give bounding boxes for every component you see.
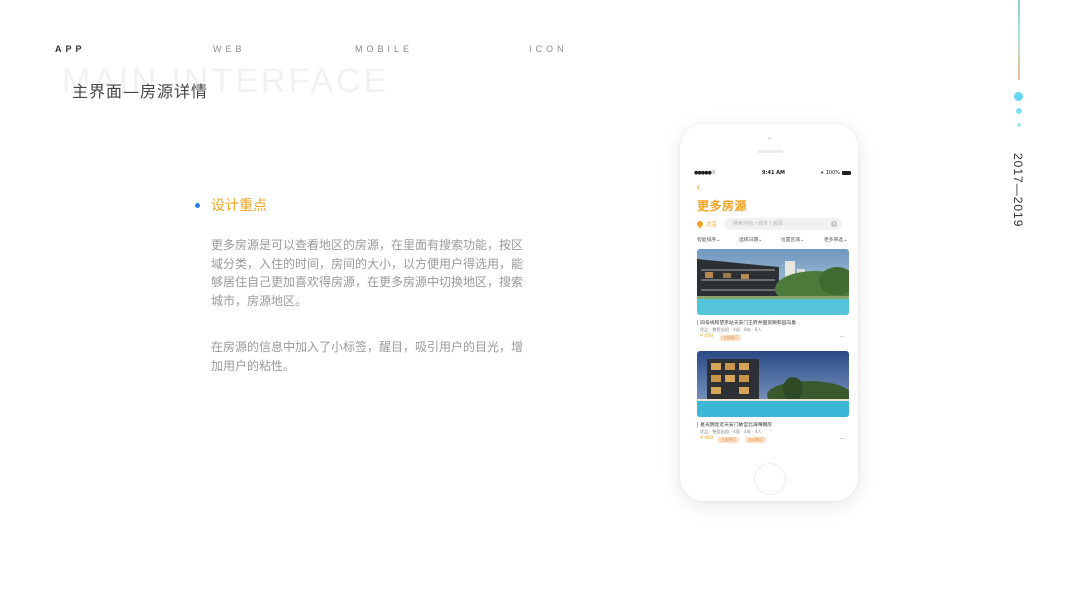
filter-sort[interactable]: 智能排序⌄ [697,236,720,243]
clear-icon[interactable]: ✕ [831,221,837,227]
status-time: 9:41 AM [762,170,786,176]
signal-icon: ●●●●● ⌔ [694,170,716,176]
listing-meta: 优品 · 整套出租 · 4居 · 8床 · 8人 [700,327,762,332]
year-range: 2017—2019 [1011,153,1025,228]
listing-tag: 立即预订 [720,335,742,341]
filter-area[interactable]: 位置区域⌄ [781,236,804,243]
home-button[interactable] [754,463,786,495]
screen-title: 更多房源 [697,199,748,213]
listing-tag: 自动预订 [745,437,767,443]
filter-more[interactable]: 更多筛选⌄ [824,236,847,243]
listing-name[interactable]: | 星光明亮近天安门故宫北海晴朗房 [697,421,772,428]
camera-icon [768,137,771,140]
location-label: 北京 [706,222,718,228]
filter-bar: 智能排序⌄ 选择日期⌄ 位置区域⌄ 更多筛选⌄ [697,236,852,244]
page-title: 主界面—房源详情 [72,82,209,101]
search-placeholder: 搜索地标 / 城市 / 房源 [733,221,783,227]
decorative-gradient-line [1018,0,1020,80]
location-selector[interactable]: 北京 [695,219,718,229]
listing-name[interactable]: | 四号线和望京站天安门王府井国贸颐和园乌巢 [697,319,796,326]
status-bar: ●●●●● ⌔ 9:41 AM ∗ 100% [694,169,851,177]
battery-indicator: ∗ 100% [820,170,851,176]
section-heading: 设计重点 [211,198,267,214]
listing-photo[interactable] [697,351,849,417]
back-arrow-icon[interactable]: ‹ [696,180,701,194]
search-input[interactable]: 搜索地标 / 城市 / 房源 ✕ [724,218,842,230]
nav-icon[interactable]: ICON [529,44,568,54]
bullet-dot-icon [195,203,200,208]
more-options-icon[interactable]: ··· [840,334,845,341]
speaker-grille [757,150,783,153]
nav-app[interactable]: APP [55,44,86,54]
top-nav: APP WEB MOBILE ICON [0,44,1067,56]
listing-photo[interactable] [697,249,849,315]
decorative-dot [1014,92,1023,101]
more-options-icon[interactable]: ··· [840,436,845,443]
phone-mockup: ●●●●● ⌔ 9:41 AM ∗ 100% ‹ 更多房源 北京 搜索地标 / … [680,124,858,501]
listing-price: ¥ 469 [700,436,714,441]
battery-label: ∗ 100% [819,170,840,176]
decorative-dot [1016,108,1022,114]
listing-price: ¥ 478 [700,334,714,339]
description-paragraph-2: 在房源的信息中加入了小标签，醒目，吸引用户的目光，增加用户的粘性。 [211,340,524,373]
location-pin-icon [695,219,705,229]
filter-date[interactable]: 选择日期⌄ [739,236,762,243]
description-paragraph-1: 更多房源是可以查看地区的房源，在里面有搜索功能，按区域分类，入住的时间，房间的大… [211,238,524,308]
listing-meta: 优品 · 整套出租 · 4居 · 4床 · 4人 [700,429,762,434]
battery-icon [842,170,851,175]
nav-web[interactable]: WEB [213,44,246,54]
listing-tag: 立即预订 [718,437,740,443]
decorative-dot [1017,123,1021,127]
nav-mobile[interactable]: MOBILE [355,44,413,54]
